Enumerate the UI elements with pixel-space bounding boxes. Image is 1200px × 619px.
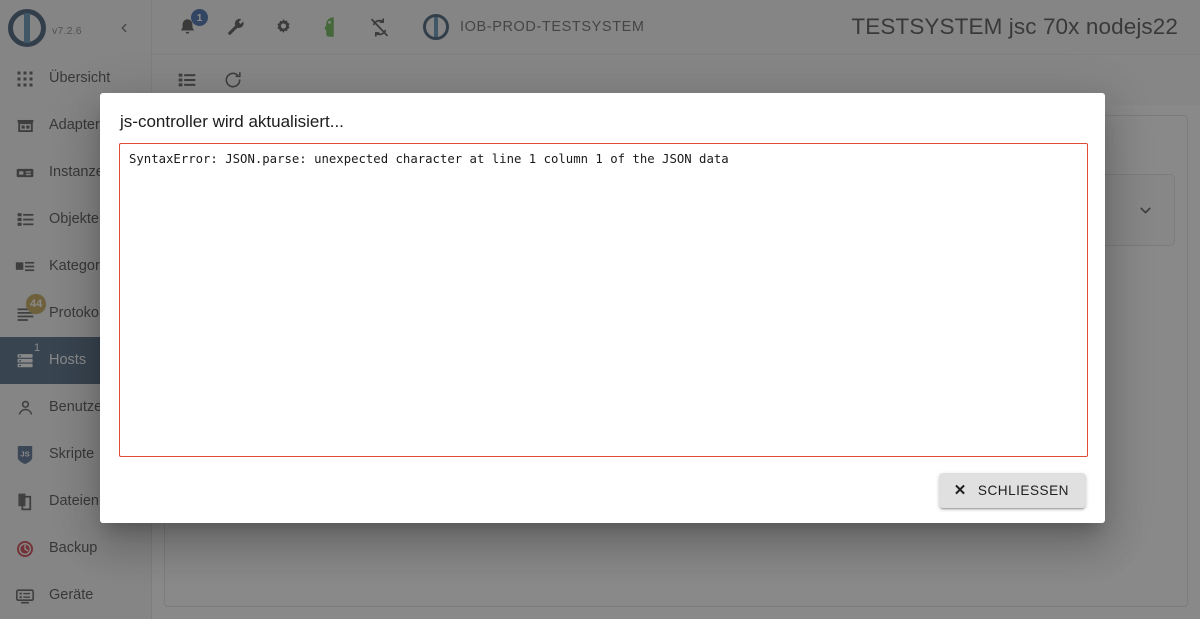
dialog-actions: ✕ SCHLIESSEN — [100, 457, 1105, 523]
update-log-output[interactable]: SyntaxError: JSON.parse: unexpected char… — [119, 143, 1088, 457]
update-progress-dialog: js-controller wird aktualisiert... Synta… — [100, 93, 1105, 523]
dialog-title: js-controller wird aktualisiert... — [100, 93, 1105, 143]
dialog-body: SyntaxError: JSON.parse: unexpected char… — [100, 143, 1105, 457]
close-button[interactable]: ✕ SCHLIESSEN — [939, 473, 1086, 508]
close-x-icon: ✕ — [954, 483, 967, 498]
close-button-label: SCHLIESSEN — [978, 483, 1069, 498]
iobroker-admin-window: v7.2.6 Übe — [0, 0, 1200, 619]
